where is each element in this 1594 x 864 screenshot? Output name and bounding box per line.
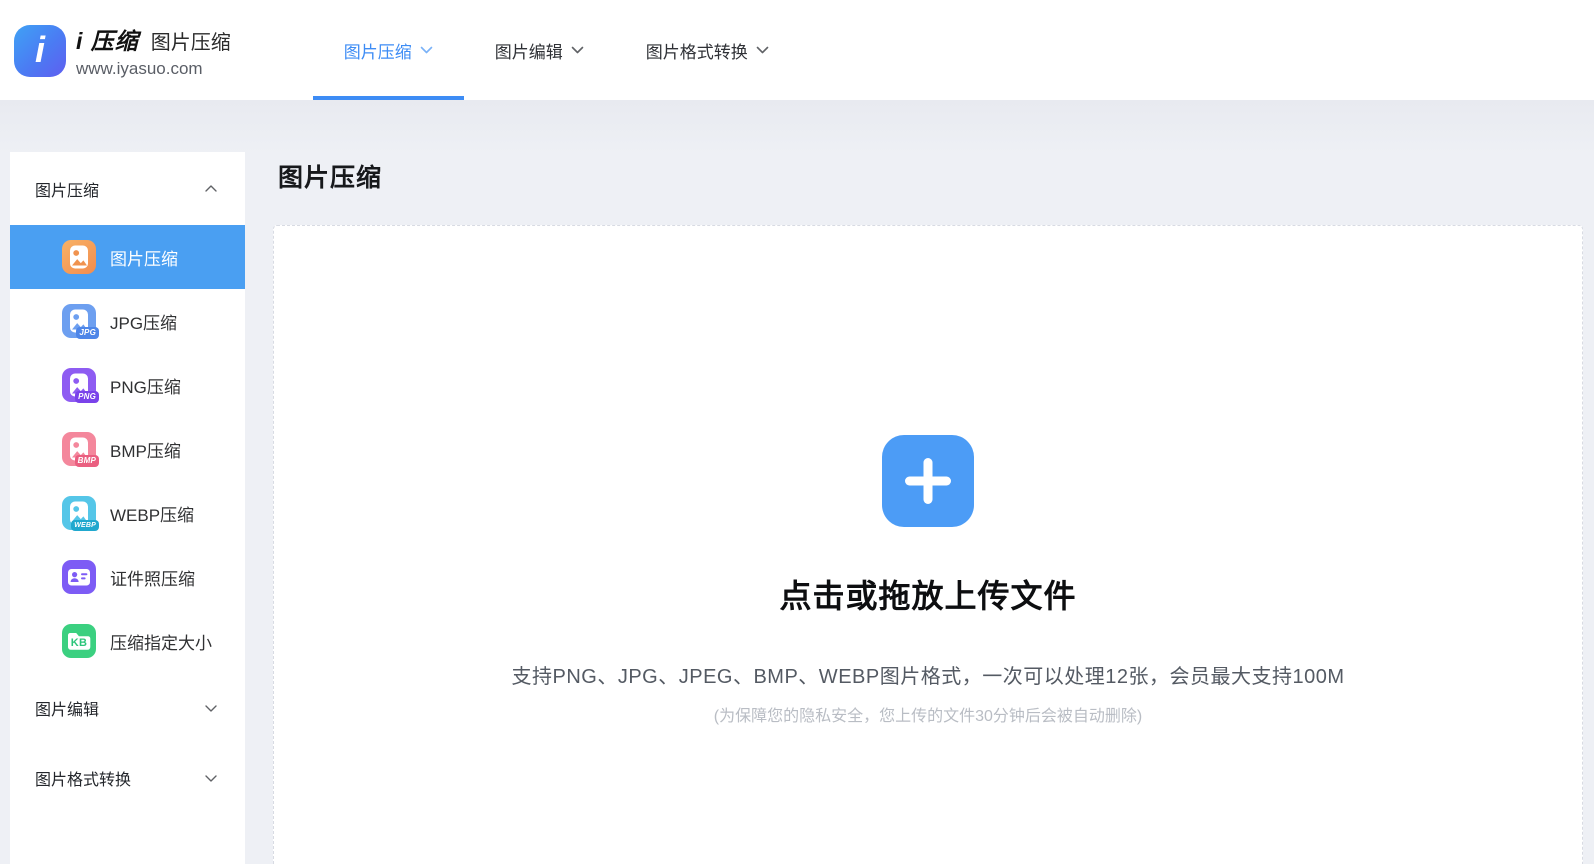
plus-upload-icon[interactable] — [882, 435, 974, 527]
chevron-down-icon — [420, 46, 433, 54]
sidebar-group-label: 图片编辑 — [35, 696, 99, 720]
logo-icon: i — [14, 25, 66, 77]
brand-subtitle: 图片压缩 — [151, 26, 231, 55]
sidebar-item-id-photo-compress[interactable]: 证件照压缩 — [10, 545, 245, 609]
chevron-down-icon — [205, 705, 217, 712]
sidebar-item-label: 压缩指定大小 — [110, 629, 212, 654]
kb-label: KB — [71, 637, 88, 649]
upload-formats-info: 支持PNG、JPG、JPEG、BMP、WEBP图片格式，一次可以处理12张，会员… — [512, 660, 1345, 689]
sidebar-item-label: PNG压缩 — [110, 373, 181, 398]
page-title: 图片压缩 — [278, 158, 382, 194]
brand-name: i 压缩 — [76, 22, 139, 56]
bmp-compress-icon: BMP — [62, 432, 96, 466]
top-header: i i 压缩 图片压缩 www.iyasuo.com 图片压缩 图片编辑 图片格… — [0, 0, 1594, 100]
sidebar-group-label: 图片压缩 — [35, 177, 99, 201]
nav-item-label: 图片格式转换 — [646, 38, 748, 63]
format-badge: BMP — [75, 455, 99, 467]
sidebar: 图片压缩 图片压缩 JPG JPG压缩 — [10, 152, 245, 864]
sidebar-item-label: 证件照压缩 — [110, 565, 195, 590]
sidebar-item-bmp-compress[interactable]: BMP BMP压缩 — [10, 417, 245, 481]
jpg-compress-icon: JPG — [62, 304, 96, 338]
sidebar-item-jpg-compress[interactable]: JPG JPG压缩 — [10, 289, 245, 353]
image-compress-icon — [62, 240, 96, 274]
sidebar-item-image-compress[interactable]: 图片压缩 — [10, 225, 245, 289]
logo-letter: i — [35, 32, 45, 68]
nav-item-image-edit[interactable]: 图片编辑 — [464, 0, 615, 100]
id-photo-icon — [62, 560, 96, 594]
sidebar-item-png-compress[interactable]: PNG PNG压缩 — [10, 353, 245, 417]
brand-url: www.iyasuo.com — [76, 59, 231, 79]
brand-logo[interactable]: i i 压缩 图片压缩 www.iyasuo.com — [0, 0, 231, 100]
upload-heading: 点击或拖放上传文件 — [779, 571, 1076, 617]
chevron-down-icon — [205, 775, 217, 782]
sidebar-group-image-compress[interactable]: 图片压缩 — [10, 152, 245, 225]
kb-folder-icon: KB — [62, 624, 96, 658]
top-navigation: 图片压缩 图片编辑 图片格式转换 — [313, 0, 800, 100]
format-badge: JPG — [76, 327, 99, 339]
format-badge: PNG — [75, 391, 99, 403]
nav-item-label: 图片编辑 — [495, 38, 563, 63]
sidebar-item-label: BMP压缩 — [110, 437, 181, 462]
nav-item-image-compress[interactable]: 图片压缩 — [313, 0, 464, 100]
nav-item-label: 图片压缩 — [344, 38, 412, 63]
format-badge: WEBP — [71, 520, 99, 531]
sidebar-item-webp-compress[interactable]: WEBP WEBP压缩 — [10, 481, 245, 545]
upload-dropzone[interactable]: 点击或拖放上传文件 支持PNG、JPG、JPEG、BMP、WEBP图片格式，一次… — [273, 225, 1583, 864]
sidebar-group-format-convert[interactable]: 图片格式转换 — [10, 743, 245, 813]
sidebar-group-image-edit[interactable]: 图片编辑 — [10, 673, 245, 743]
png-compress-icon: PNG — [62, 368, 96, 402]
sidebar-item-label: JPG压缩 — [110, 309, 177, 334]
sidebar-item-label: 图片压缩 — [110, 245, 178, 270]
sidebar-item-compress-to-size[interactable]: KB 压缩指定大小 — [10, 609, 245, 673]
brand-text: i 压缩 图片压缩 www.iyasuo.com — [76, 22, 231, 79]
chevron-down-icon — [571, 46, 584, 54]
chevron-down-icon — [756, 46, 769, 54]
upload-privacy-note: (为保障您的隐私安全，您上传的文件30分钟后会被自动删除) — [714, 702, 1142, 726]
nav-item-format-convert[interactable]: 图片格式转换 — [615, 0, 800, 100]
sidebar-item-label: WEBP压缩 — [110, 501, 194, 526]
webp-compress-icon: WEBP — [62, 496, 96, 530]
chevron-up-icon — [205, 185, 217, 192]
sidebar-group-label: 图片格式转换 — [35, 766, 131, 790]
